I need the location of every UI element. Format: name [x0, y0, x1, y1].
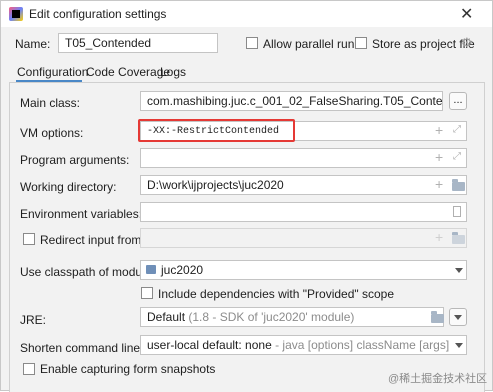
classpath-module-select[interactable]: juc2020: [140, 260, 467, 280]
jre-label: JRE:: [20, 313, 47, 327]
gear-icon[interactable]: ⚙: [461, 35, 473, 51]
name-field[interactable]: T05_Contended: [58, 33, 218, 53]
tab-configuration[interactable]: Configuration: [17, 65, 88, 79]
tab-code-coverage[interactable]: Code Coverage: [86, 65, 170, 79]
chevron-down-icon[interactable]: [455, 343, 463, 348]
include-dependencies-checkbox[interactable]: [141, 287, 153, 299]
main-class-field[interactable]: com.mashibing.juc.c_001_02_FalseSharing.…: [140, 91, 443, 111]
working-directory-field[interactable]: D:\work\ijprojects\juc2020: [140, 175, 467, 195]
folder-icon: [452, 232, 465, 244]
main-class-label: Main class:: [20, 96, 81, 110]
app-icon: [9, 7, 23, 21]
jre-select[interactable]: Default (1.8 - SDK of 'juc2020' module): [140, 307, 444, 327]
allow-parallel-run-label: Allow parallel run: [263, 37, 355, 51]
shorten-command-line-select[interactable]: user-local default: none - java [options…: [140, 335, 467, 355]
classpath-module-label: Use classpath of module:: [20, 265, 155, 279]
program-arguments-label: Program arguments:: [20, 153, 130, 167]
program-arguments-field[interactable]: [140, 148, 467, 168]
redirect-input-field: [140, 228, 467, 248]
dialog-window: Edit configuration settings ✕ Name: T05_…: [0, 0, 493, 392]
jre-note: (1.8 - SDK of 'juc2020' module): [188, 310, 355, 324]
expand-icon[interactable]: ⤢: [453, 125, 461, 135]
enable-snapshots-checkbox[interactable]: [23, 363, 35, 375]
plus-icon[interactable]: +: [435, 150, 443, 164]
shorten-command-line-value: user-local default: none: [147, 338, 272, 352]
enable-snapshots-label: Enable capturing form snapshots: [40, 362, 216, 376]
chevron-down-icon[interactable]: [455, 268, 463, 273]
vm-options-highlight: [138, 119, 295, 142]
folder-icon[interactable]: [452, 179, 465, 191]
folder-icon[interactable]: [431, 311, 444, 323]
shorten-command-line-label: Shorten command line:: [20, 341, 144, 355]
close-icon[interactable]: ✕: [460, 4, 473, 24]
vm-options-label: VM options:: [20, 126, 84, 140]
browse-main-class-button[interactable]: ...: [449, 92, 467, 110]
environment-variables-label: Environment variables:: [20, 207, 143, 221]
chevron-down-icon: [454, 315, 462, 320]
redirect-input-checkbox[interactable]: [23, 233, 35, 245]
tab-logs[interactable]: Logs: [160, 65, 186, 79]
plus-icon[interactable]: +: [435, 123, 443, 137]
redirect-input-label: Redirect input from:: [40, 233, 145, 247]
shorten-command-line-note: - java [options] className [args]: [275, 338, 450, 352]
document-icon[interactable]: [453, 206, 461, 217]
name-label: Name:: [15, 37, 51, 51]
jre-dropdown-button[interactable]: [449, 308, 467, 326]
watermark: @稀土掘金技术社区: [388, 373, 488, 385]
store-as-project-file-checkbox[interactable]: [355, 37, 367, 49]
plus-icon[interactable]: +: [435, 177, 443, 191]
window-title: Edit configuration settings: [29, 7, 167, 21]
store-as-project-file-label: Store as project file: [372, 37, 475, 51]
plus-icon: +: [435, 229, 444, 245]
include-dependencies-label: Include dependencies with "Provided" sco…: [158, 287, 395, 301]
module-icon: [146, 265, 156, 274]
allow-parallel-run-checkbox[interactable]: [246, 37, 258, 49]
expand-icon[interactable]: ⤢: [453, 152, 461, 162]
working-directory-label: Working directory:: [20, 180, 117, 194]
environment-variables-field[interactable]: [140, 202, 467, 222]
jre-value: Default: [147, 310, 186, 324]
title-bar: Edit configuration settings ✕: [1, 1, 492, 27]
